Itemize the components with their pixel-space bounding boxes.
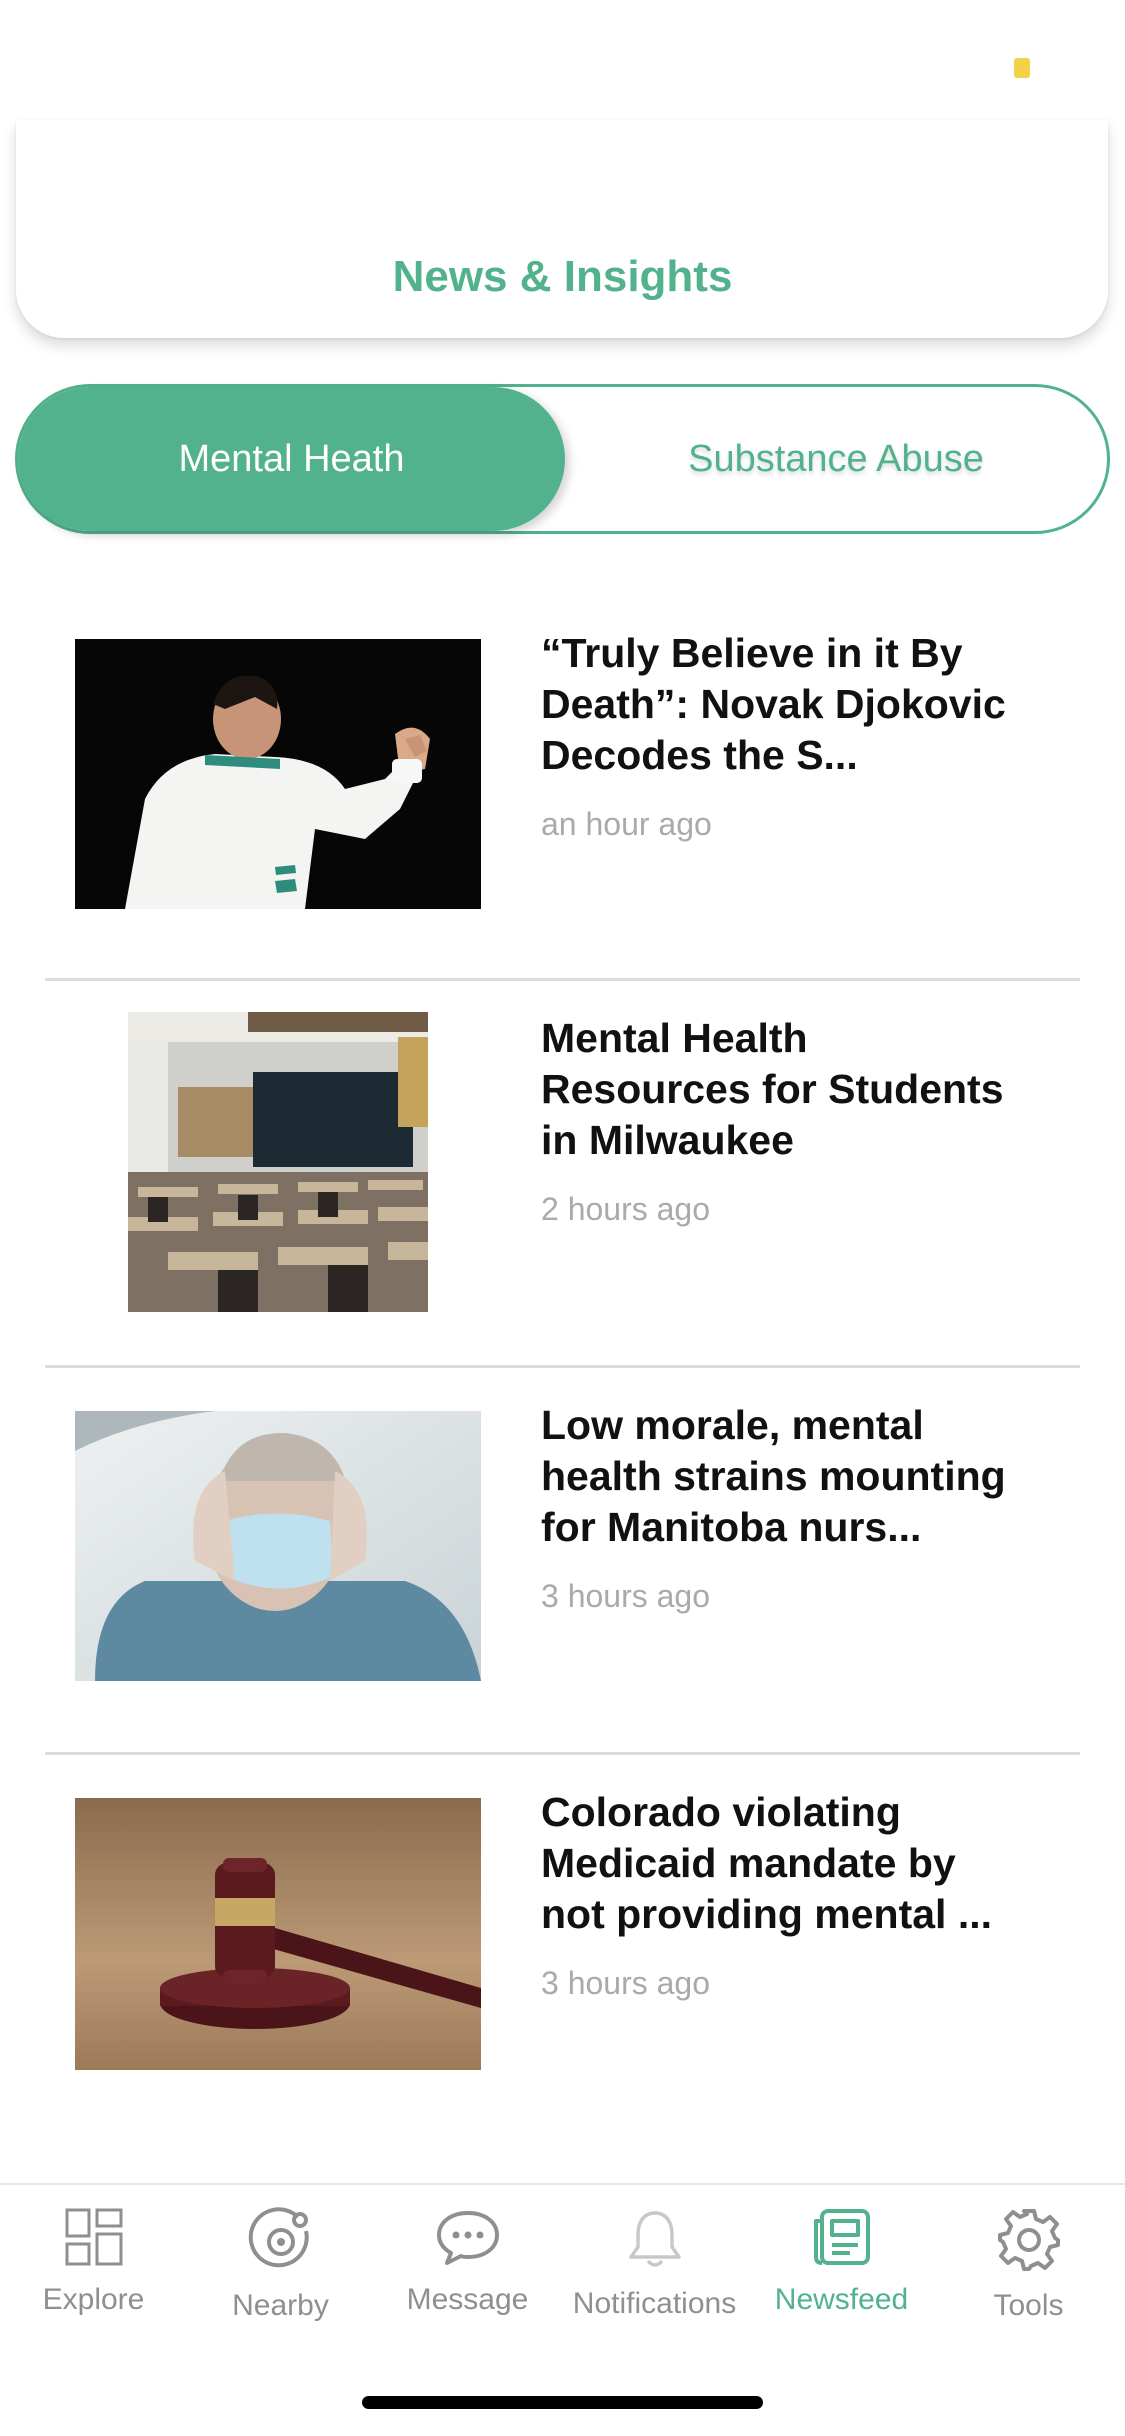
category-segmented-control: Mental Heath Substance Abuse <box>15 384 1110 534</box>
news-title-line: Death”: Novak Djokovic <box>541 681 1006 727</box>
news-title-line: health strains mounting <box>541 1453 1006 1499</box>
news-title: Colorado violating Medicaid mandate by n… <box>541 1787 1086 1940</box>
news-timestamp: 3 hours ago <box>541 1578 711 1614</box>
tab-label: Explore <box>42 2283 145 2316</box>
segment-label: Mental Heath <box>178 437 405 480</box>
segment-label: Substance Abuse <box>688 437 984 480</box>
explore-icon <box>65 2208 122 2266</box>
divider <box>45 1365 1080 1368</box>
tab-label: Tools <box>993 2289 1064 2322</box>
news-title-line: Low morale, mental <box>541 1402 924 1448</box>
news-item[interactable]: Mental Health Resources for Students in … <box>0 995 1125 1380</box>
header-card <box>16 120 1108 338</box>
segment-substance-abuse[interactable]: Substance Abuse <box>565 387 1107 531</box>
news-thumbnail-masked-nurse <box>75 1411 481 1681</box>
news-item[interactable]: Colorado violating Medicaid mandate by n… <box>0 1769 1125 2154</box>
nearby-icon <box>248 2207 309 2268</box>
news-title-line: Medicaid mandate by <box>541 1840 956 1886</box>
status-bar <box>0 0 1125 140</box>
tab-newsfeed[interactable]: Newsfeed <box>748 2207 935 2347</box>
news-title-line: “Truly Believe in it By <box>541 630 963 676</box>
news-title: Mental Health Resources for Students in … <box>541 1013 1086 1166</box>
news-title-line: Mental Health <box>541 1015 808 1061</box>
divider <box>45 1752 1080 1755</box>
news-title-line: Decodes the S... <box>541 732 858 778</box>
segment-mental-health[interactable]: Mental Heath <box>18 387 565 531</box>
tab-message[interactable]: Message <box>374 2207 561 2347</box>
news-title-line: not providing mental ... <box>541 1891 992 1937</box>
divider <box>45 978 1080 981</box>
status-indicator-icon <box>1014 58 1030 78</box>
tab-notifications[interactable]: Notifications <box>561 2207 748 2347</box>
news-title-line: Colorado violating <box>541 1789 901 1835</box>
home-indicator[interactable] <box>362 2396 763 2409</box>
tab-nearby[interactable]: Nearby <box>187 2207 374 2347</box>
news-thumbnail-tennis-player <box>75 639 481 909</box>
newsfeed-icon <box>813 2209 870 2265</box>
news-title-line: in Milwaukee <box>541 1117 794 1163</box>
bell-icon <box>628 2211 681 2267</box>
news-timestamp: 3 hours ago <box>541 1965 711 2001</box>
message-icon <box>436 2211 499 2265</box>
tab-label: Message <box>406 2283 529 2316</box>
news-title-line: Resources for Students <box>541 1066 1004 1112</box>
tab-label: Nearby <box>232 2289 329 2322</box>
gear-icon <box>997 2209 1060 2271</box>
tab-label: Notifications <box>572 2287 737 2320</box>
news-title-line: for Manitoba nurs... <box>541 1504 922 1550</box>
tab-label: Newsfeed <box>774 2283 909 2316</box>
news-thumbnail-classroom <box>128 1012 428 1312</box>
news-timestamp: 2 hours ago <box>541 1191 711 1227</box>
news-item[interactable]: Low morale, mental health strains mounti… <box>0 1382 1125 1767</box>
news-title: “Truly Believe in it By Death”: Novak Dj… <box>541 628 1086 781</box>
news-item[interactable]: “Truly Believe in it By Death”: Novak Dj… <box>0 610 1125 995</box>
news-title: Low morale, mental health strains mounti… <box>541 1400 1086 1553</box>
news-timestamp: an hour ago <box>541 806 712 842</box>
tab-tools[interactable]: Tools <box>935 2207 1122 2347</box>
news-thumbnail-gavel <box>75 1798 481 2070</box>
page-title: News & Insights <box>392 252 733 301</box>
tab-explore[interactable]: Explore <box>0 2207 187 2347</box>
